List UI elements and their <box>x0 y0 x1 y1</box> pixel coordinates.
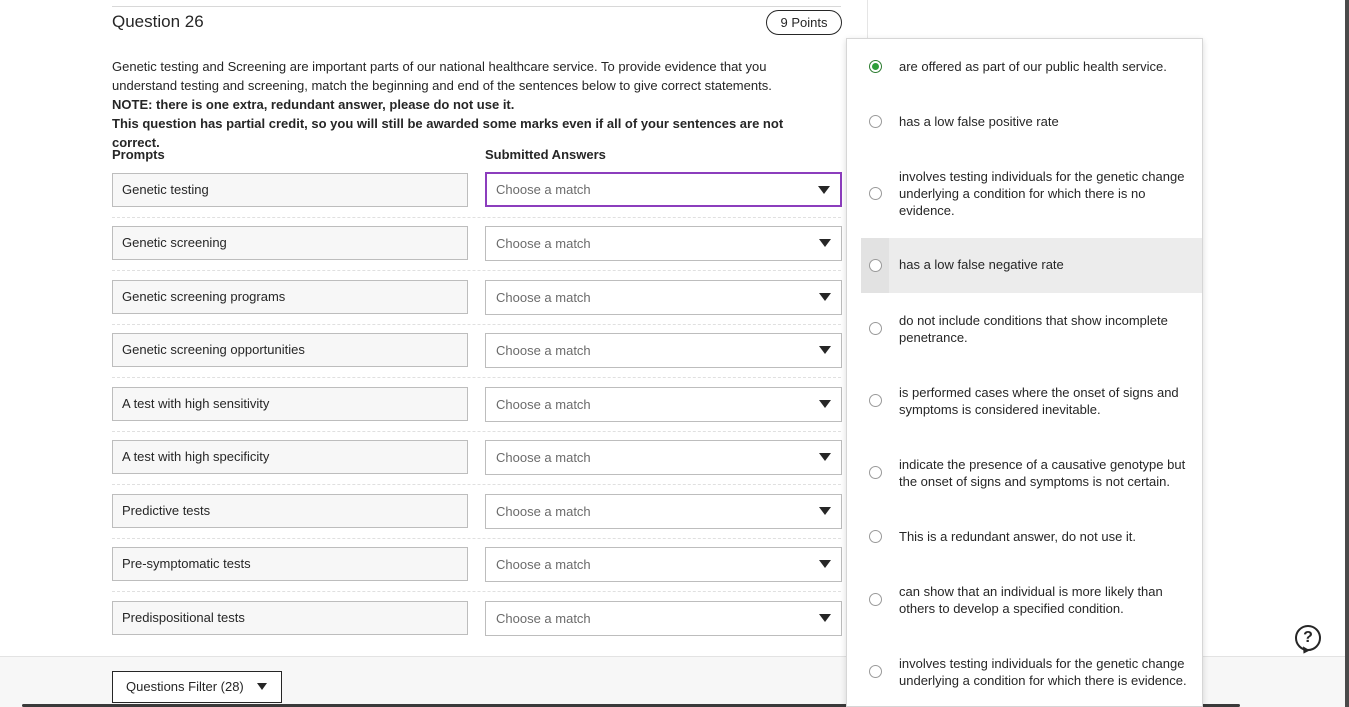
radio-icon[interactable] <box>869 322 882 335</box>
prompt-box: A test with high specificity <box>112 440 468 474</box>
answer-select-value: Choose a match <box>496 504 591 519</box>
dropdown-option-label: is performed cases where the onset of si… <box>899 385 1179 417</box>
answer-select-value: Choose a match <box>496 343 591 358</box>
radio-icon[interactable] <box>869 530 882 543</box>
row-divider <box>112 270 841 271</box>
chevron-down-icon <box>819 239 831 247</box>
prompt-box: Genetic screening <box>112 226 468 260</box>
dropdown-option-label: are offered as part of our public health… <box>899 59 1167 74</box>
radio-icon[interactable] <box>869 466 882 479</box>
chevron-down-icon <box>819 400 831 408</box>
row-divider <box>112 484 841 485</box>
radio-icon[interactable] <box>869 60 882 73</box>
answer-select-value: Choose a match <box>496 290 591 305</box>
answer-select-value: Choose a match <box>496 611 591 626</box>
chevron-down-icon <box>819 293 831 301</box>
dropdown-option-label: involves testing individuals for the gen… <box>899 169 1185 218</box>
prompt-box: Genetic testing <box>112 173 468 207</box>
chevron-down-icon <box>819 507 831 515</box>
dropdown-option[interactable]: involves testing individuals for the gen… <box>861 167 1202 221</box>
help-bubble-icon[interactable]: ? <box>1295 625 1321 651</box>
prompt-box: Genetic screening opportunities <box>112 333 468 367</box>
chevron-down-icon <box>818 186 830 194</box>
row-divider <box>112 324 841 325</box>
top-divider <box>112 6 841 7</box>
prompt-box: Pre-symptomatic tests <box>112 547 468 581</box>
dropdown-option-label: has a low false positive rate <box>899 114 1059 129</box>
radio-icon[interactable] <box>869 593 882 606</box>
row-divider <box>112 377 841 378</box>
instructions-text: Genetic testing and Screening are import… <box>112 59 772 93</box>
questions-filter-label: Questions Filter (28) <box>126 679 244 694</box>
dropdown-option-label: has a low false negative rate <box>899 257 1064 272</box>
dropdown-option[interactable]: are offered as part of our public health… <box>861 57 1202 77</box>
prompt-box: Predictive tests <box>112 494 468 528</box>
chevron-down-icon <box>819 346 831 354</box>
dropdown-option-label: indicate the presence of a causative gen… <box>899 457 1186 489</box>
answer-select[interactable]: Choose a match <box>485 333 842 368</box>
dropdown-option[interactable]: involves testing individuals for the gen… <box>861 654 1202 690</box>
answer-select[interactable]: Choose a match <box>485 601 842 636</box>
radio-icon[interactable] <box>869 115 882 128</box>
submitted-answers-header: Submitted Answers <box>485 147 606 162</box>
prompt-box: Predispositional tests <box>112 601 468 635</box>
dropdown-option[interactable]: has a low false positive rate <box>861 112 1202 132</box>
answer-select[interactable]: Choose a match <box>485 280 842 315</box>
dropdown-option-label: can show that an individual is more like… <box>899 584 1163 616</box>
dropdown-option[interactable]: This is a redundant answer, do not use i… <box>861 527 1202 547</box>
radio-icon[interactable] <box>869 259 882 272</box>
answer-select[interactable]: Choose a match <box>485 172 842 207</box>
content-divider <box>867 0 868 40</box>
radio-icon[interactable] <box>869 394 882 407</box>
chevron-down-icon <box>819 560 831 568</box>
questions-filter-button[interactable]: Questions Filter (28) <box>112 671 282 703</box>
answer-select-value: Choose a match <box>496 182 591 197</box>
answer-select[interactable]: Choose a match <box>485 387 842 422</box>
prompt-box: Genetic screening programs <box>112 280 468 314</box>
answer-select[interactable]: Choose a match <box>485 226 842 261</box>
answer-select[interactable]: Choose a match <box>485 440 842 475</box>
question-instructions: Genetic testing and Screening are import… <box>112 57 832 152</box>
chevron-down-icon <box>819 614 831 622</box>
row-divider <box>112 591 841 592</box>
row-divider <box>112 431 841 432</box>
dropdown-option[interactable]: can show that an individual is more like… <box>861 582 1202 618</box>
row-divider <box>112 538 841 539</box>
dropdown-option[interactable]: is performed cases where the onset of si… <box>861 383 1202 419</box>
chevron-down-icon <box>819 453 831 461</box>
answer-select[interactable]: Choose a match <box>485 547 842 582</box>
dropdown-option[interactable]: indicate the presence of a causative gen… <box>861 455 1202 491</box>
row-divider <box>112 217 841 218</box>
answer-select[interactable]: Choose a match <box>485 494 842 529</box>
prompts-header: Prompts <box>112 147 165 162</box>
dropdown-option[interactable]: do not include conditions that show inco… <box>861 311 1202 347</box>
dropdown-option-highlighted[interactable]: has a low false negative rate <box>861 238 1202 293</box>
dropdown-option-label: This is a redundant answer, do not use i… <box>899 529 1137 544</box>
prompt-box: A test with high sensitivity <box>112 387 468 421</box>
dropdown-option-label: involves testing individuals for the gen… <box>899 656 1187 688</box>
answer-select-value: Choose a match <box>496 450 591 465</box>
note-text: NOTE: there is one extra, redundant answ… <box>112 97 515 112</box>
answer-select-value: Choose a match <box>496 236 591 251</box>
dropdown-option-label: do not include conditions that show inco… <box>899 313 1168 345</box>
points-badge: 9 Points <box>766 10 842 35</box>
radio-icon[interactable] <box>869 665 882 678</box>
page-scrollbar[interactable] <box>1345 0 1349 707</box>
answer-select-value: Choose a match <box>496 557 591 572</box>
answer-dropdown-list: are offered as part of our public health… <box>846 38 1203 707</box>
question-title: Question 26 <box>112 12 204 31</box>
radio-icon[interactable] <box>869 187 882 200</box>
partial-credit-text: This question has partial credit, so you… <box>112 116 784 150</box>
chevron-down-icon <box>257 683 267 690</box>
answer-select-value: Choose a match <box>496 397 591 412</box>
